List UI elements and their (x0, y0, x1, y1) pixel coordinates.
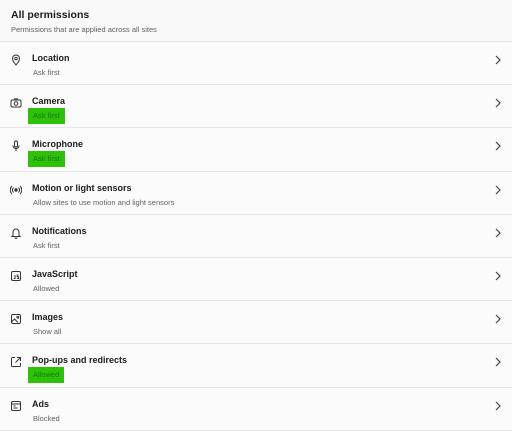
page-subtitle: Permissions that are applied across all … (11, 25, 157, 34)
permission-row-ads[interactable]: Ads Blocked (0, 387, 512, 431)
javascript-icon (10, 270, 22, 282)
permission-label: Microphone (32, 139, 83, 150)
permissions-page: All permissions Permissions that are app… (0, 0, 512, 431)
permission-value: Show all (33, 327, 62, 337)
camera-icon (10, 97, 22, 109)
permission-label: Images (32, 312, 64, 323)
page-header: All permissions Permissions that are app… (11, 9, 157, 34)
permission-value: Allowed (33, 283, 60, 293)
permission-label: Camera (32, 96, 66, 107)
ads-icon (10, 400, 22, 412)
permission-label: JavaScript (32, 268, 78, 279)
chevron-right-icon (494, 228, 502, 238)
permission-value: Blocked (33, 413, 60, 423)
permissions-list: Location Ask first Camera Ask first Micr… (0, 41, 512, 431)
chevron-right-icon (494, 401, 502, 411)
chevron-right-icon (494, 271, 502, 281)
permission-value: Ask first (28, 108, 65, 125)
chevron-right-icon (494, 357, 502, 367)
permission-row-sensors[interactable]: Motion or light sensors Allow sites to u… (0, 171, 512, 215)
permission-row-images[interactable]: Images Show all (0, 301, 512, 345)
chevron-right-icon (494, 141, 502, 151)
permission-value: Allowed (27, 367, 65, 384)
permission-row-microphone[interactable]: Microphone Ask first (0, 128, 512, 172)
permission-row-camera[interactable]: Camera Ask first (0, 85, 512, 129)
sensor-icon (10, 184, 22, 196)
permission-label: Ads (32, 398, 50, 409)
permission-row-notifications[interactable]: Notifications Ask first (0, 214, 512, 258)
permission-label: Location (32, 53, 70, 63)
image-icon (10, 313, 22, 325)
permission-row-javascript[interactable]: JavaScript Allowed (0, 257, 512, 302)
permission-value: Ask first (28, 151, 65, 168)
microphone-icon (10, 140, 22, 152)
permission-value: Ask first (33, 240, 60, 250)
bell-icon (10, 227, 22, 239)
permission-value: Ask first (33, 68, 60, 77)
permission-label: Pop-ups and redirects (32, 355, 128, 366)
chevron-right-icon (494, 185, 502, 195)
chevron-right-icon (494, 55, 502, 65)
permission-label: Notifications (32, 225, 87, 236)
popup-icon (10, 356, 22, 368)
page-title: All permissions (11, 9, 90, 21)
chevron-right-icon (494, 98, 502, 108)
permission-value: Allow sites to use motion and light sens… (33, 197, 175, 207)
chevron-right-icon (494, 314, 502, 324)
permission-label: Motion or light sensors (32, 182, 132, 193)
permission-row-popups[interactable]: Pop-ups and redirects Allowed (0, 344, 512, 388)
permission-row-location[interactable]: Location Ask first (0, 42, 512, 86)
location-pin-icon (10, 54, 22, 66)
